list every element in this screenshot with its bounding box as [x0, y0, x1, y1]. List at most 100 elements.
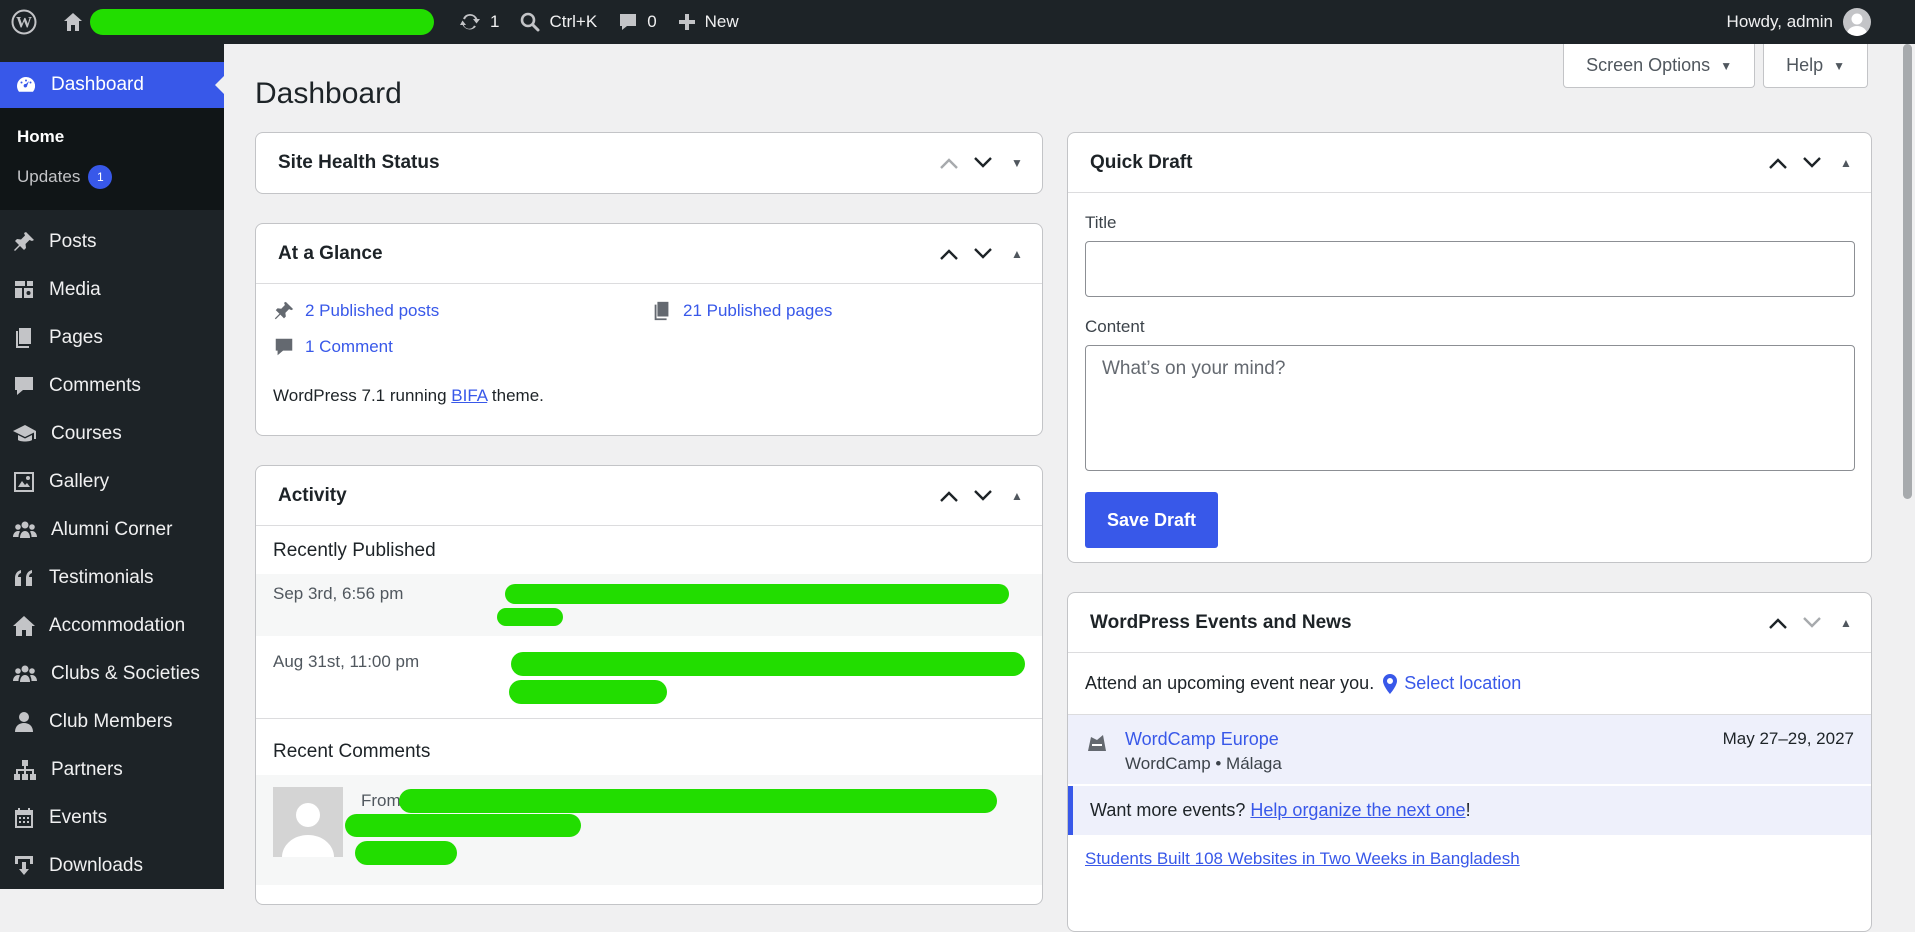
post-date: Aug 31st, 11:00 pm: [273, 652, 420, 671]
widget-title: Quick Draft: [1090, 151, 1193, 173]
toggle-panel-button[interactable]: ▲: [1829, 606, 1863, 640]
submenu-home-label: Home: [17, 127, 65, 146]
comment-icon: [620, 14, 637, 30]
dashboard-submenu: Home Updates 1: [0, 108, 224, 210]
activity-widget: Activity ▲ Recently Published Sep 3rd, 6…: [255, 465, 1043, 905]
move-down-button[interactable]: [1795, 606, 1829, 640]
sidebar-item-partners[interactable]: Partners: [0, 746, 224, 794]
published-posts-label: 2 Published posts: [305, 301, 440, 320]
site-name-link[interactable]: [48, 0, 448, 44]
widget-header: WordPress Events and News ▲: [1068, 593, 1871, 653]
published-posts-link[interactable]: 2 Published posts: [273, 300, 651, 322]
sidebar-item-comments[interactable]: Comments: [0, 362, 224, 410]
comments-count-link[interactable]: 1 Comment: [273, 336, 651, 358]
move-down-button[interactable]: [966, 237, 1000, 271]
wordpress-logo-icon[interactable]: W: [0, 0, 48, 44]
comment-icon: [275, 338, 293, 356]
recently-published-heading: Recently Published: [273, 540, 436, 561]
draft-content-textarea[interactable]: [1085, 345, 1855, 471]
sidebar-item-courses[interactable]: Courses: [0, 410, 224, 458]
save-draft-button[interactable]: Save Draft: [1085, 492, 1219, 548]
move-up-button[interactable]: [932, 237, 966, 271]
sidebar-item-dashboard[interactable]: Dashboard: [0, 62, 224, 108]
sidebar-item-club-members[interactable]: Club Members: [0, 698, 224, 746]
event-title-link[interactable]: WordCamp Europe: [1125, 729, 1282, 750]
select-location-link[interactable]: Select location: [1382, 673, 1521, 694]
widget-handles: ▲: [932, 237, 1042, 271]
sidebar-item-label: Events: [49, 807, 108, 828]
graduation-cap-icon: [13, 425, 36, 442]
caret-up-icon: ▲: [1011, 246, 1023, 261]
site-health-widget: Site Health Status ▼: [255, 132, 1043, 194]
updates-link[interactable]: 1: [448, 0, 509, 44]
sidebar-item-gallery[interactable]: Gallery: [0, 458, 224, 506]
redacted-comment-author: [399, 789, 997, 813]
sidebar-item-media[interactable]: Media: [0, 266, 224, 314]
avatar: [1843, 8, 1871, 36]
news-item-link[interactable]: Students Built 108 Websites in Two Weeks…: [1068, 835, 1871, 883]
move-down-button[interactable]: [966, 146, 1000, 180]
pages-icon: [16, 328, 31, 348]
move-up-button[interactable]: [1761, 146, 1795, 180]
caret-down-icon: ▼: [1720, 58, 1733, 73]
pages-icon: [654, 301, 669, 321]
howdy-text: Howdy, admin: [1726, 12, 1833, 31]
new-content-link[interactable]: New: [667, 0, 749, 44]
version-prefix: WordPress 7.1 running: [273, 386, 452, 405]
command-search[interactable]: Ctrl+K: [509, 0, 607, 44]
sidebar-item-accommodation[interactable]: Accommodation: [0, 602, 224, 650]
redacted-comment-excerpt: [355, 841, 457, 865]
submenu-home[interactable]: Home: [0, 118, 224, 156]
main-content: Screen Options ▼ Help ▼ Dashboard Site H…: [224, 44, 1900, 932]
networking-icon: [14, 760, 36, 780]
redacted-comment-text: [345, 814, 581, 837]
move-down-button[interactable]: [1795, 146, 1829, 180]
published-pages-link[interactable]: 21 Published pages: [651, 300, 1025, 322]
caret-down-icon: ▼: [1833, 58, 1845, 73]
move-up-button[interactable]: [932, 479, 966, 513]
toggle-panel-button[interactable]: ▲: [1829, 146, 1863, 180]
new-label: New: [704, 12, 739, 31]
sidebar-item-pages[interactable]: Pages: [0, 314, 224, 362]
submenu-updates[interactable]: Updates 1: [0, 156, 224, 198]
sidebar-item-events[interactable]: Events: [0, 794, 224, 842]
sidebar-item-clubs-societies[interactable]: Clubs & Societies: [0, 650, 224, 698]
widget-header: At a Glance ▲: [256, 224, 1042, 284]
theme-link[interactable]: BIFA: [451, 386, 487, 405]
toggle-panel-button[interactable]: ▲: [1000, 479, 1034, 513]
groups-icon: [13, 521, 37, 538]
title-label: Title: [1085, 213, 1117, 232]
move-up-button[interactable]: [1761, 606, 1795, 640]
widget-handles: ▲: [1761, 606, 1871, 640]
widget-title: Activity: [278, 484, 347, 506]
toggle-panel-button[interactable]: ▲: [1000, 237, 1034, 271]
quick-draft-widget: Quick Draft ▲ Title Content Save Draft: [1067, 132, 1872, 563]
quote-icon: [15, 570, 32, 586]
move-down-button[interactable]: [966, 479, 1000, 513]
move-up-button[interactable]: [932, 146, 966, 180]
sidebar-item-posts[interactable]: Posts: [0, 218, 224, 266]
sidebar-item-testimonials[interactable]: Testimonials: [0, 554, 224, 602]
page-scrollbar[interactable]: [1900, 44, 1915, 889]
wordpress-version-text: WordPress 7.1 running BIFA theme.: [273, 386, 1025, 406]
scrollbar-thumb[interactable]: [1903, 44, 1912, 499]
help-button[interactable]: Help ▼: [1763, 44, 1868, 88]
comments-link[interactable]: 0: [607, 0, 666, 44]
sidebar-item-label: Dashboard: [51, 74, 144, 95]
updates-count: 1: [490, 12, 500, 31]
my-account[interactable]: Howdy, admin: [1727, 0, 1871, 44]
help-organize-link[interactable]: Help organize the next one: [1250, 800, 1465, 820]
redacted-post-title[interactable]: [505, 652, 1025, 708]
redacted-post-title[interactable]: [497, 584, 1009, 626]
screen-options-button[interactable]: Screen Options ▼: [1563, 44, 1756, 88]
draft-title-input[interactable]: [1085, 241, 1855, 297]
widget-body: Title Content Save Draft: [1068, 193, 1871, 562]
sidebar-item-alumni-corner[interactable]: Alumni Corner: [0, 506, 224, 554]
page-title: Dashboard: [255, 77, 402, 110]
sidebar-item-downloads[interactable]: Downloads: [0, 842, 224, 890]
post-date: Sep 3rd, 6:56 pm: [273, 584, 404, 603]
at-a-glance-widget: At a Glance ▲ 2 Published posts 21 Publi…: [255, 223, 1043, 436]
toggle-panel-button[interactable]: ▼: [1000, 146, 1034, 180]
caret-up-icon: ▲: [1840, 155, 1852, 170]
home-icon: [13, 616, 35, 636]
